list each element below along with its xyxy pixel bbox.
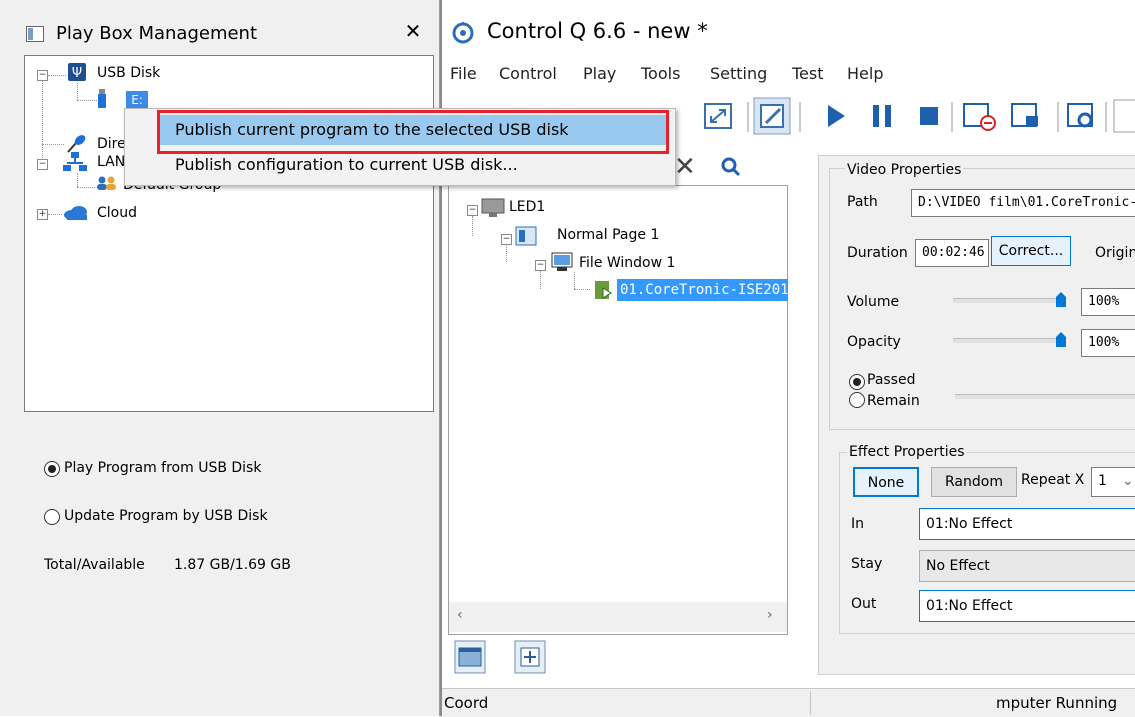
group-users-icon (97, 176, 116, 190)
tree-item-cloud[interactable]: Cloud (97, 205, 137, 221)
path-field[interactable]: D:\VIDEO film\01.CoreTronic-I (911, 189, 1135, 217)
storage-value: 1.87 GB/1.69 GB (174, 557, 291, 573)
remain-radio[interactable] (849, 392, 865, 408)
expand-icon[interactable]: + (37, 209, 48, 220)
pause-icon[interactable] (873, 105, 891, 127)
repeat-label: Repeat X (1021, 472, 1085, 488)
running-status: mputer Running (996, 694, 1118, 712)
window-icon (26, 26, 44, 42)
coord-label: Coord (444, 694, 489, 712)
film-icon[interactable] (454, 640, 486, 674)
tree-item-drive[interactable]: E: (126, 91, 148, 109)
volume-slider-track[interactable] (953, 298, 1063, 303)
in-effect-select[interactable]: 01:No Effect (919, 508, 1135, 540)
collapse-icon[interactable]: − (37, 159, 48, 170)
properties-panel: Video Properties Path D:\VIDEO film\01.C… (818, 155, 1135, 675)
annotation-highlight-box (157, 110, 669, 154)
origin-label: Origin (1095, 245, 1135, 261)
menu-file[interactable]: File (450, 64, 477, 83)
update-by-usb-label[interactable]: Update Program by USB Disk (64, 508, 268, 524)
volume-label: Volume (847, 294, 900, 310)
video-file-icon (595, 281, 612, 299)
usb-stick-icon (98, 89, 106, 108)
tree-item-file-window[interactable]: File Window 1 (579, 255, 675, 271)
tree-item-led1[interactable]: LED1 (509, 199, 545, 215)
dialog-title: Play Box Management (56, 23, 258, 44)
page-icon (515, 226, 537, 246)
remain-label[interactable]: Remain (867, 393, 920, 409)
stop-icon[interactable] (920, 107, 938, 125)
status-divider (810, 691, 811, 715)
horizontal-scrollbar[interactable]: ‹ › (449, 602, 787, 632)
status-bar: Coord mputer Running (440, 688, 1135, 717)
scroll-right-icon[interactable]: › (767, 607, 773, 623)
menu-help[interactable]: Help (847, 64, 883, 83)
out-effect-select[interactable]: 01:No Effect (919, 590, 1135, 622)
usb-disk-icon: Ψ (68, 63, 86, 81)
out-label: Out (851, 596, 877, 612)
repeat-select[interactable]: 1 ⌄ (1091, 467, 1135, 497)
program-tree: − LED1 − Normal Page 1 − File Window 1 0… (448, 185, 788, 635)
search-icon[interactable] (720, 156, 742, 178)
led-screen-icon (481, 198, 505, 217)
update-by-usb-radio[interactable] (44, 509, 60, 525)
play-from-usb-radio[interactable] (44, 461, 60, 477)
stay-effect-select[interactable]: No Effect (919, 550, 1135, 582)
duration-label: Duration (847, 245, 908, 261)
menu-test[interactable]: Test (792, 64, 824, 83)
cloud-icon (64, 206, 87, 220)
fullscreen-icon[interactable] (704, 103, 732, 129)
tree-item-media[interactable]: 01.CoreTronic-ISE201 (617, 279, 788, 301)
none-button[interactable]: None (853, 467, 919, 497)
stay-label: Stay (851, 556, 883, 572)
opacity-slider-thumb[interactable] (1055, 332, 1067, 348)
effect-properties-heading: Effect Properties (847, 444, 967, 460)
edit-icon[interactable] (753, 97, 791, 135)
repeat-value: 1 (1098, 473, 1107, 489)
delete-icon[interactable]: ✕ (674, 152, 696, 182)
passed-label[interactable]: Passed (867, 372, 915, 388)
chevron-down-icon: ⌄ (1122, 473, 1134, 489)
settings-screen-icon[interactable] (1067, 103, 1093, 128)
storage-label: Total/Available (44, 557, 145, 573)
tree-item-usb-disk[interactable]: USB Disk (97, 65, 160, 81)
opacity-label: Opacity (847, 334, 901, 350)
close-screen-icon[interactable] (963, 103, 996, 131)
in-label: In (851, 516, 865, 532)
play-icon[interactable] (828, 105, 845, 127)
lan-network-icon (63, 152, 87, 171)
play-from-usb-label[interactable]: Play Program from USB Disk (64, 460, 261, 476)
video-properties-heading: Video Properties (845, 162, 964, 178)
path-label: Path (847, 194, 878, 210)
volume-field[interactable]: 100% (1081, 288, 1135, 316)
add-media-icon[interactable] (514, 640, 546, 674)
scroll-left-icon[interactable]: ‹ (457, 607, 463, 623)
publish-configuration-menu-item[interactable]: Publish configuration to current USB dis… (175, 155, 518, 174)
random-button[interactable]: Random (931, 467, 1017, 497)
duration-field[interactable]: 00:02:46 (915, 239, 989, 267)
tree-item-directory[interactable]: Dire (97, 136, 126, 152)
menu-setting[interactable]: Setting (710, 64, 767, 83)
tree-item-lan[interactable]: LAN (97, 154, 125, 170)
correct-button[interactable]: Correct... (991, 236, 1071, 266)
opacity-slider-track[interactable] (953, 338, 1063, 343)
menu-play[interactable]: Play (583, 64, 616, 83)
collapse-icon[interactable]: − (535, 260, 546, 271)
close-icon[interactable]: ✕ (402, 19, 424, 43)
collapse-icon[interactable]: − (467, 205, 478, 216)
menu-tools[interactable]: Tools (641, 64, 680, 83)
opacity-field[interactable]: 100% (1081, 329, 1135, 357)
volume-slider-thumb[interactable] (1055, 292, 1067, 308)
svg-text:Ψ: Ψ (72, 66, 82, 81)
menu-control[interactable]: Control (499, 64, 557, 83)
window-title: Control Q 6.6 - new * (487, 19, 708, 43)
toolbar (704, 97, 1135, 135)
tree-item-normal-page[interactable]: Normal Page 1 (557, 227, 659, 243)
file-window-icon (551, 252, 573, 271)
lock-screen-icon[interactable] (1011, 103, 1038, 127)
app-logo-icon (452, 22, 474, 44)
passed-radio[interactable] (849, 374, 865, 390)
progress-slider-track[interactable] (955, 394, 1135, 399)
